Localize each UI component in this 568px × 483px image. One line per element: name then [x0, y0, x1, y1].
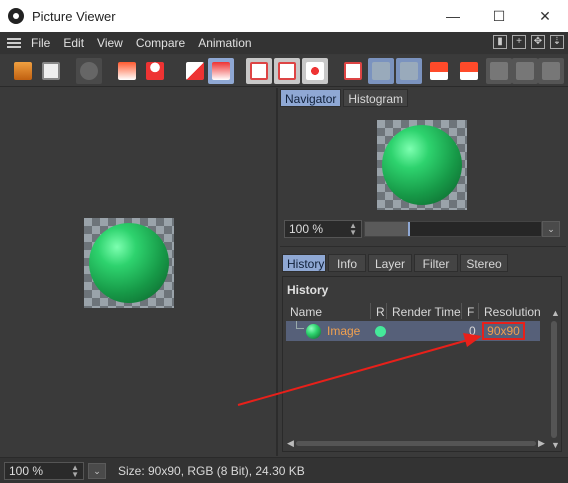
navigator-sphere	[382, 125, 462, 205]
info-tabbar: History Info Layer Filter Stereo	[282, 254, 508, 274]
row-frame: 0	[469, 324, 476, 338]
tab-info[interactable]: Info	[328, 254, 366, 272]
status-zoom-value: 100 %	[9, 464, 44, 478]
zoom-slider-fill	[365, 222, 409, 236]
navigator-zoom-row: 100 % ▲ ▼ ⌄	[284, 220, 564, 240]
menu-view[interactable]: View	[97, 36, 123, 50]
display-b-icon[interactable]	[274, 58, 300, 84]
column-divider	[370, 303, 371, 319]
display-ab-icon[interactable]	[302, 58, 328, 84]
column-divider	[386, 303, 387, 319]
vertical-scrollbar[interactable]	[551, 321, 557, 438]
set-b-icon[interactable]	[456, 58, 482, 84]
move-icon[interactable]: ✥	[531, 35, 545, 49]
ab-split-icon[interactable]	[368, 58, 394, 84]
channel-icon[interactable]	[208, 58, 234, 84]
new-window-icon[interactable]: +	[512, 35, 526, 49]
menu-bar: File Edit View Compare Animation ▮ + ✥ ⇣	[0, 32, 568, 54]
menu-compare[interactable]: Compare	[136, 36, 185, 50]
tree-branch-icon	[296, 321, 304, 329]
hamburger-menu-icon[interactable]	[7, 38, 21, 48]
save-icon[interactable]	[38, 58, 64, 84]
scroll-up-icon[interactable]: ▲	[551, 308, 560, 318]
scroll-down-icon[interactable]: ▼	[551, 440, 560, 450]
toolbar	[0, 55, 568, 87]
close-button[interactable]: ✕	[522, 0, 568, 32]
menu-edit[interactable]: Edit	[63, 36, 84, 50]
column-name[interactable]: Name	[290, 305, 322, 319]
maximize-button[interactable]: ☐	[476, 0, 522, 32]
column-r[interactable]: R	[376, 305, 385, 319]
film-a-icon[interactable]	[486, 58, 512, 84]
window-title: Picture Viewer	[32, 8, 116, 24]
tab-stereo[interactable]: Stereo	[460, 254, 508, 272]
navigator-thumbnail[interactable]	[377, 120, 467, 210]
zoom-slider-knob[interactable]	[408, 222, 410, 236]
column-divider	[478, 303, 479, 319]
spinner-icon[interactable]: ▲ ▼	[349, 222, 357, 237]
panel-layout-icon[interactable]: ▮	[493, 35, 507, 49]
title-bar: Picture Viewer — ☐ ✕	[0, 0, 568, 32]
row-name: Image	[327, 324, 361, 338]
navigator-zoom-value: 100 %	[289, 222, 324, 236]
tab-navigator[interactable]: Navigator	[280, 89, 342, 107]
column-divider	[461, 303, 462, 319]
column-frame[interactable]: F	[467, 305, 474, 319]
set-a-icon[interactable]	[426, 58, 452, 84]
pin-icon[interactable]: ⇣	[550, 35, 564, 49]
rendered-image	[84, 218, 174, 308]
section-divider	[280, 246, 566, 247]
tab-layer[interactable]: Layer	[368, 254, 412, 272]
column-resolution[interactable]: Resolution	[484, 305, 541, 319]
render-person-icon[interactable]	[142, 58, 168, 84]
tab-histogram[interactable]: Histogram	[343, 89, 409, 107]
display-a-icon[interactable]	[246, 58, 272, 84]
image-viewport[interactable]	[0, 88, 276, 456]
scroll-left-icon[interactable]: ◀	[287, 438, 294, 449]
menu-animation[interactable]: Animation	[198, 36, 251, 50]
film-c-icon[interactable]	[538, 58, 564, 84]
panel-divider[interactable]	[276, 88, 278, 456]
chevron-down-icon[interactable]: ⌄	[542, 221, 560, 237]
tab-history[interactable]: History	[282, 254, 326, 272]
navigator-zoom-input[interactable]: 100 % ▲ ▼	[284, 220, 362, 238]
history-title: History	[287, 283, 329, 297]
horizontal-scrollbar[interactable]	[296, 441, 536, 446]
history-panel	[282, 276, 562, 452]
green-sphere	[89, 223, 169, 303]
tab-filter[interactable]: Filter	[414, 254, 458, 272]
chevron-down-icon[interactable]: ⌄	[88, 463, 106, 479]
spinner-icon[interactable]: ▲ ▼	[71, 464, 79, 479]
minimize-button[interactable]: —	[430, 0, 476, 32]
animation-icon[interactable]	[76, 58, 102, 84]
open-icon[interactable]	[10, 58, 36, 84]
ab-compare-icon[interactable]	[340, 58, 366, 84]
navigator-tabbar: Navigator Histogram	[280, 89, 409, 109]
navigator-zoom-slider[interactable]	[364, 221, 542, 237]
column-render-time[interactable]: Render Time	[392, 305, 461, 319]
menu-file[interactable]: File	[31, 36, 50, 50]
render-region-icon[interactable]	[114, 58, 140, 84]
status-dot-icon	[375, 326, 386, 337]
ab-diff-icon[interactable]	[396, 58, 422, 84]
status-bar: 100 % ▲ ▼ ⌄ Size: 90x90, RGB (8 Bit), 24.…	[0, 457, 568, 483]
status-text: Size: 90x90, RGB (8 Bit), 24.30 KB	[118, 464, 305, 478]
film-b-icon[interactable]	[512, 58, 538, 84]
copy-layer-icon[interactable]	[182, 58, 208, 84]
status-zoom-input[interactable]: 100 % ▲ ▼	[4, 462, 84, 480]
row-resolution: 90x90	[482, 322, 525, 340]
cinema4d-icon	[8, 8, 24, 24]
thumbnail-sphere-icon	[306, 324, 321, 339]
scroll-right-icon[interactable]: ▶	[538, 438, 545, 449]
